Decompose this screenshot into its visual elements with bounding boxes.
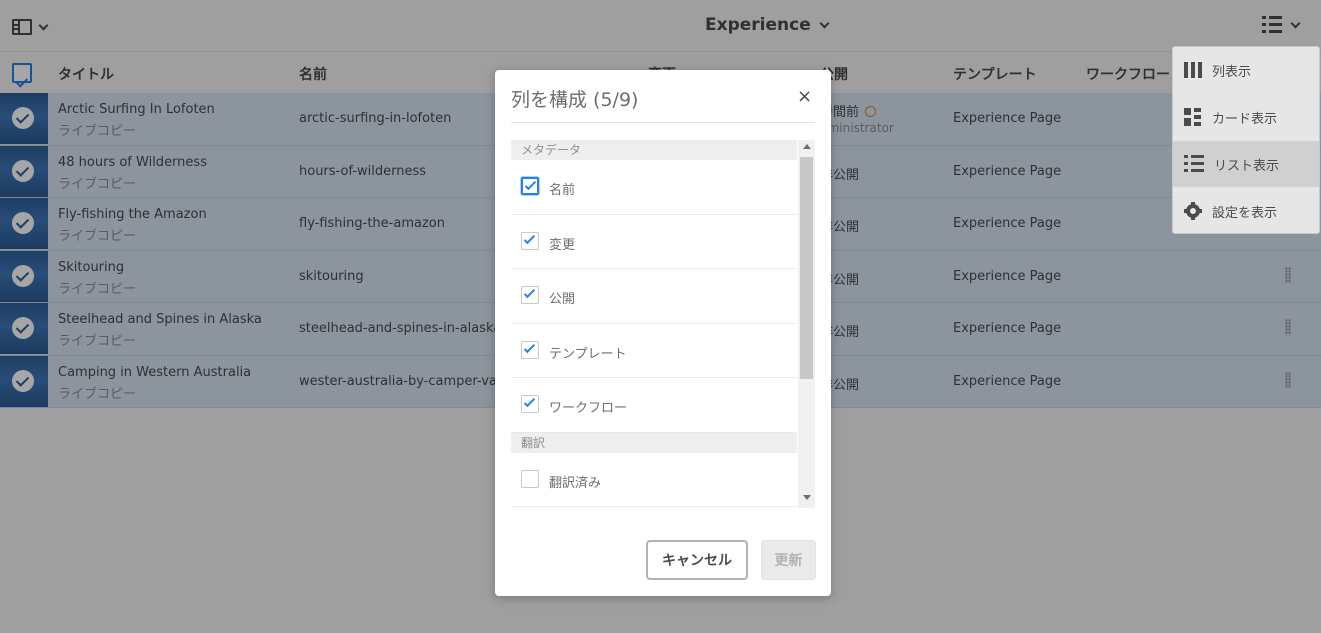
menu-item-label: リスト表示: [1214, 158, 1280, 174]
section-header-translation: 翻訳: [511, 432, 797, 453]
view-menu-popover: 列表示 カード表示 リスト表示 設定を表示: [1172, 46, 1320, 234]
list-scrollbar[interactable]: [798, 140, 815, 508]
close-icon[interactable]: ×: [797, 86, 812, 108]
checkmark-icon: [523, 395, 536, 408]
column-option-workflow[interactable]: ワークフロー: [511, 378, 797, 433]
column-option-label: ワークフロー: [549, 401, 628, 416]
column-list: メタデータ 名前 変更 公開 テンプレート ワークフロー 翻訳 翻訳済み: [511, 140, 815, 508]
menu-item-view-settings[interactable]: 設定を表示: [1173, 188, 1319, 234]
dialog-title: 列を構成 (5/9): [511, 89, 639, 111]
menu-item-list-view[interactable]: リスト表示: [1173, 141, 1319, 187]
checkbox[interactable]: [521, 286, 539, 304]
scroll-down-arrow-icon[interactable]: [803, 495, 811, 500]
card-view-icon: [1184, 108, 1202, 126]
cancel-button[interactable]: キャンセル: [646, 540, 748, 580]
section-header-metadata: メタデータ: [511, 140, 797, 160]
column-option-published[interactable]: 公開: [511, 269, 797, 324]
column-option-translated[interactable]: 翻訳済み: [511, 453, 797, 507]
column-view-icon: [1184, 62, 1202, 78]
column-option-label: テンプレート: [549, 346, 627, 362]
column-option-label: 公開: [549, 292, 576, 307]
menu-item-label: 列表示: [1212, 64, 1252, 80]
column-option-label: 名前: [549, 183, 576, 198]
configure-columns-dialog: 列を構成 (5/9) × メタデータ 名前 変更 公開 テンプレート ワークフロ…: [495, 70, 831, 596]
column-option-modified[interactable]: 変更: [511, 215, 797, 269]
checkbox[interactable]: [521, 340, 539, 359]
gear-icon: [1184, 202, 1202, 220]
menu-item-card-view[interactable]: カード表示: [1173, 94, 1319, 140]
update-button[interactable]: 更新: [761, 540, 816, 580]
column-option-label: 翻訳済み: [549, 475, 602, 491]
scrollbar-thumb[interactable]: [800, 157, 813, 379]
checkmark-icon: [524, 178, 537, 191]
menu-item-label: 設定を表示: [1212, 205, 1278, 221]
column-option-label: 変更: [549, 237, 576, 253]
checkmark-icon: [523, 341, 536, 353]
column-option-name[interactable]: 名前: [511, 160, 797, 215]
column-option-template[interactable]: テンプレート: [511, 324, 797, 378]
menu-item-label: カード表示: [1212, 111, 1278, 127]
scroll-up-arrow-icon[interactable]: [803, 144, 811, 149]
checkmark-icon: [523, 286, 536, 299]
checkbox[interactable]: [521, 231, 539, 250]
checkbox[interactable]: [521, 469, 539, 488]
checkbox[interactable]: [521, 177, 539, 195]
list-view-icon: [1184, 155, 1204, 173]
menu-item-column-view[interactable]: 列表示: [1173, 47, 1319, 93]
checkbox[interactable]: [521, 395, 539, 413]
checkmark-icon: [523, 232, 536, 244]
dialog-divider: [511, 122, 815, 123]
